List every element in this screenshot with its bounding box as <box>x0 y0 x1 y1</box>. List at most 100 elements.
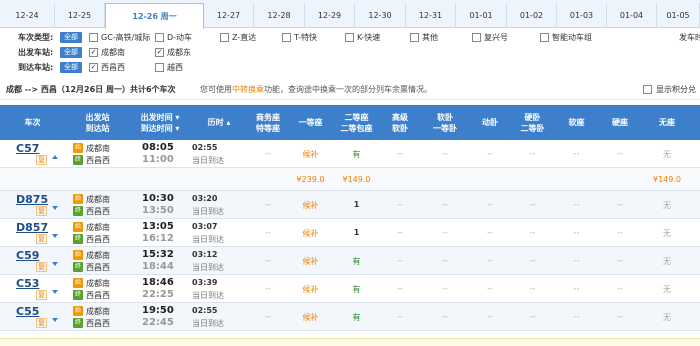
arrive-time[interactable]: 13:50 <box>142 205 174 216</box>
date-tab[interactable]: 12-31 <box>406 3 456 28</box>
table-row[interactable]: C55 复 始成都南终西昌西 19:50 22:45 02:55 当日到达 -- 候补 有 -- --… <box>0 303 700 331</box>
arrival-day[interactable]: 当日到达 <box>192 206 224 217</box>
from-station[interactable]: 成都南 <box>86 278 110 289</box>
column-header[interactable]: 商务座 特等座 <box>248 105 288 140</box>
waitlist-button[interactable]: 候补 <box>288 284 333 295</box>
arrival-day[interactable]: 当日到达 <box>192 318 224 329</box>
waitlist-button[interactable]: 候补 <box>288 149 333 160</box>
duration[interactable]: 03:12 <box>192 250 217 259</box>
depart-time[interactable]: 15:32 <box>142 249 174 260</box>
stops-collapse-icon[interactable] <box>52 155 58 159</box>
station-checkbox[interactable]: ✓ <box>155 48 164 57</box>
waitlist-button[interactable]: 候补 <box>288 200 333 211</box>
date-tab[interactable]: 01-02 <box>507 3 557 28</box>
fuxing-badge[interactable]: 复 <box>36 290 47 300</box>
duration[interactable]: 03:07 <box>192 222 217 231</box>
train-type-checkbox[interactable] <box>282 33 291 42</box>
column-header[interactable]: 出发时间 ▾ 到达时间 ▾ <box>130 105 190 140</box>
from-station[interactable]: 成都南 <box>86 222 110 233</box>
train-type-checkbox[interactable] <box>410 33 419 42</box>
train-number-link[interactable]: C57 <box>16 142 39 155</box>
train-type-label[interactable]: GC-高铁/城际 <box>101 30 150 45</box>
train-type-label[interactable]: 其他 <box>422 30 438 45</box>
date-tab[interactable]: 12-27 <box>204 3 254 28</box>
arrive-time[interactable]: 11:00 <box>142 154 174 165</box>
train-type-checkbox[interactable] <box>345 33 354 42</box>
date-tab[interactable]: 12-26 周一 <box>105 3 204 29</box>
waitlist-button[interactable]: 候补 <box>288 256 333 267</box>
date-tab[interactable]: 12-28 <box>254 3 305 28</box>
fuxing-badge[interactable]: 复 <box>36 318 47 328</box>
column-header[interactable]: 高级 软卧 <box>380 105 420 140</box>
train-type-label[interactable]: Z-直达 <box>232 30 256 45</box>
arrival-day[interactable]: 当日到达 <box>192 234 224 245</box>
terminal-station-icon[interactable]: 终 <box>73 262 83 272</box>
arrival-day[interactable]: 当日到达 <box>192 262 224 273</box>
arrival-day[interactable]: 当日到达 <box>192 155 224 166</box>
train-type-checkbox[interactable] <box>155 33 164 42</box>
depart-time[interactable]: 18:46 <box>142 277 174 288</box>
to-station[interactable]: 西昌西 <box>86 155 110 166</box>
train-type-label[interactable]: 复兴号 <box>484 30 508 45</box>
table-row[interactable]: D875 复 始成都南终西昌西 10:30 13:50 03:20 当日到达 -- 候补 1 -- -… <box>0 191 700 219</box>
to-station-all-button[interactable]: 全部 <box>60 62 82 73</box>
train-number-link[interactable]: C55 <box>16 305 39 318</box>
fuxing-badge[interactable]: 复 <box>36 206 47 216</box>
second-class-price[interactable]: ¥149.0 <box>333 175 380 184</box>
depart-time[interactable]: 13:05 <box>142 221 174 232</box>
origin-station-icon[interactable]: 始 <box>73 306 83 316</box>
date-tab[interactable]: 12-25 <box>55 3 105 28</box>
station-checkbox[interactable]: ✓ <box>89 63 98 72</box>
arrive-time[interactable]: 22:45 <box>142 317 174 328</box>
train-number-link[interactable]: C59 <box>16 249 39 262</box>
table-row[interactable]: C57 复 始成都南终西昌西 08:05 11:00 02:55 当日到达 -- 候补 有 -- --… <box>0 140 700 168</box>
date-tab[interactable]: 01-04 <box>607 3 657 28</box>
stops-expand-icon[interactable] <box>52 206 58 210</box>
price-row[interactable]: ¥239.0 ¥149.0 ¥149.0 <box>0 168 700 191</box>
train-type-all-button[interactable]: 全部 <box>60 32 82 43</box>
first-class-price[interactable]: ¥239.0 <box>288 175 333 184</box>
terminal-station-icon[interactable]: 终 <box>73 155 83 165</box>
no-seat-price[interactable]: ¥149.0 <box>642 175 692 184</box>
duration[interactable]: 02:55 <box>192 306 217 315</box>
station-checkbox[interactable]: ✓ <box>89 48 98 57</box>
origin-station-icon[interactable]: 始 <box>73 143 83 153</box>
terminal-station-icon[interactable]: 终 <box>73 206 83 216</box>
train-type-label[interactable]: 智能动车组 <box>552 30 592 45</box>
column-header[interactable]: 历时 ▴ <box>190 105 248 140</box>
column-header[interactable]: 一等座 <box>288 105 333 140</box>
origin-station-icon[interactable]: 始 <box>73 250 83 260</box>
date-tab[interactable]: 12-30 <box>355 3 406 28</box>
arrive-time[interactable]: 22:25 <box>142 289 174 300</box>
train-type-checkbox[interactable] <box>472 33 481 42</box>
station-label[interactable]: 越西 <box>167 60 183 75</box>
train-type-checkbox[interactable] <box>540 33 549 42</box>
from-station[interactable]: 成都南 <box>86 306 110 317</box>
origin-station-icon[interactable]: 始 <box>73 194 83 204</box>
depart-time[interactable]: 10:30 <box>142 193 174 204</box>
depart-time[interactable]: 08:05 <box>142 142 174 153</box>
arrive-time[interactable]: 18:44 <box>142 261 174 272</box>
column-header[interactable]: 二等座 二等包座 <box>333 105 380 140</box>
table-row[interactable]: C53 复 始成都南终西昌西 18:46 22:25 03:39 当日到达 -- 候补 有 -- --… <box>0 275 700 303</box>
train-number-link[interactable]: D875 <box>16 193 48 206</box>
duration[interactable]: 03:20 <box>192 194 217 203</box>
fuxing-badge[interactable]: 复 <box>36 262 47 272</box>
train-type-checkbox[interactable] <box>89 33 98 42</box>
terminal-station-icon[interactable]: 终 <box>73 234 83 244</box>
duration[interactable]: 03:39 <box>192 278 217 287</box>
train-type-label[interactable]: T-特快 <box>294 30 317 45</box>
fuxing-badge[interactable]: 复 <box>36 234 47 244</box>
from-station[interactable]: 成都南 <box>86 194 110 205</box>
train-type-checkbox[interactable] <box>220 33 229 42</box>
column-header[interactable]: 硬卧 二等卧 <box>510 105 555 140</box>
from-station[interactable]: 成都南 <box>86 143 110 154</box>
to-station[interactable]: 西昌西 <box>86 290 110 301</box>
depart-time[interactable]: 19:50 <box>142 305 174 316</box>
station-label[interactable]: 成都东 <box>167 45 191 60</box>
date-tab[interactable]: 12-29 <box>305 3 355 28</box>
column-header[interactable]: 动卧 <box>470 105 510 140</box>
station-checkbox[interactable] <box>155 63 164 72</box>
date-tab[interactable]: 01-01 <box>456 3 507 28</box>
stops-expand-icon[interactable] <box>52 234 58 238</box>
